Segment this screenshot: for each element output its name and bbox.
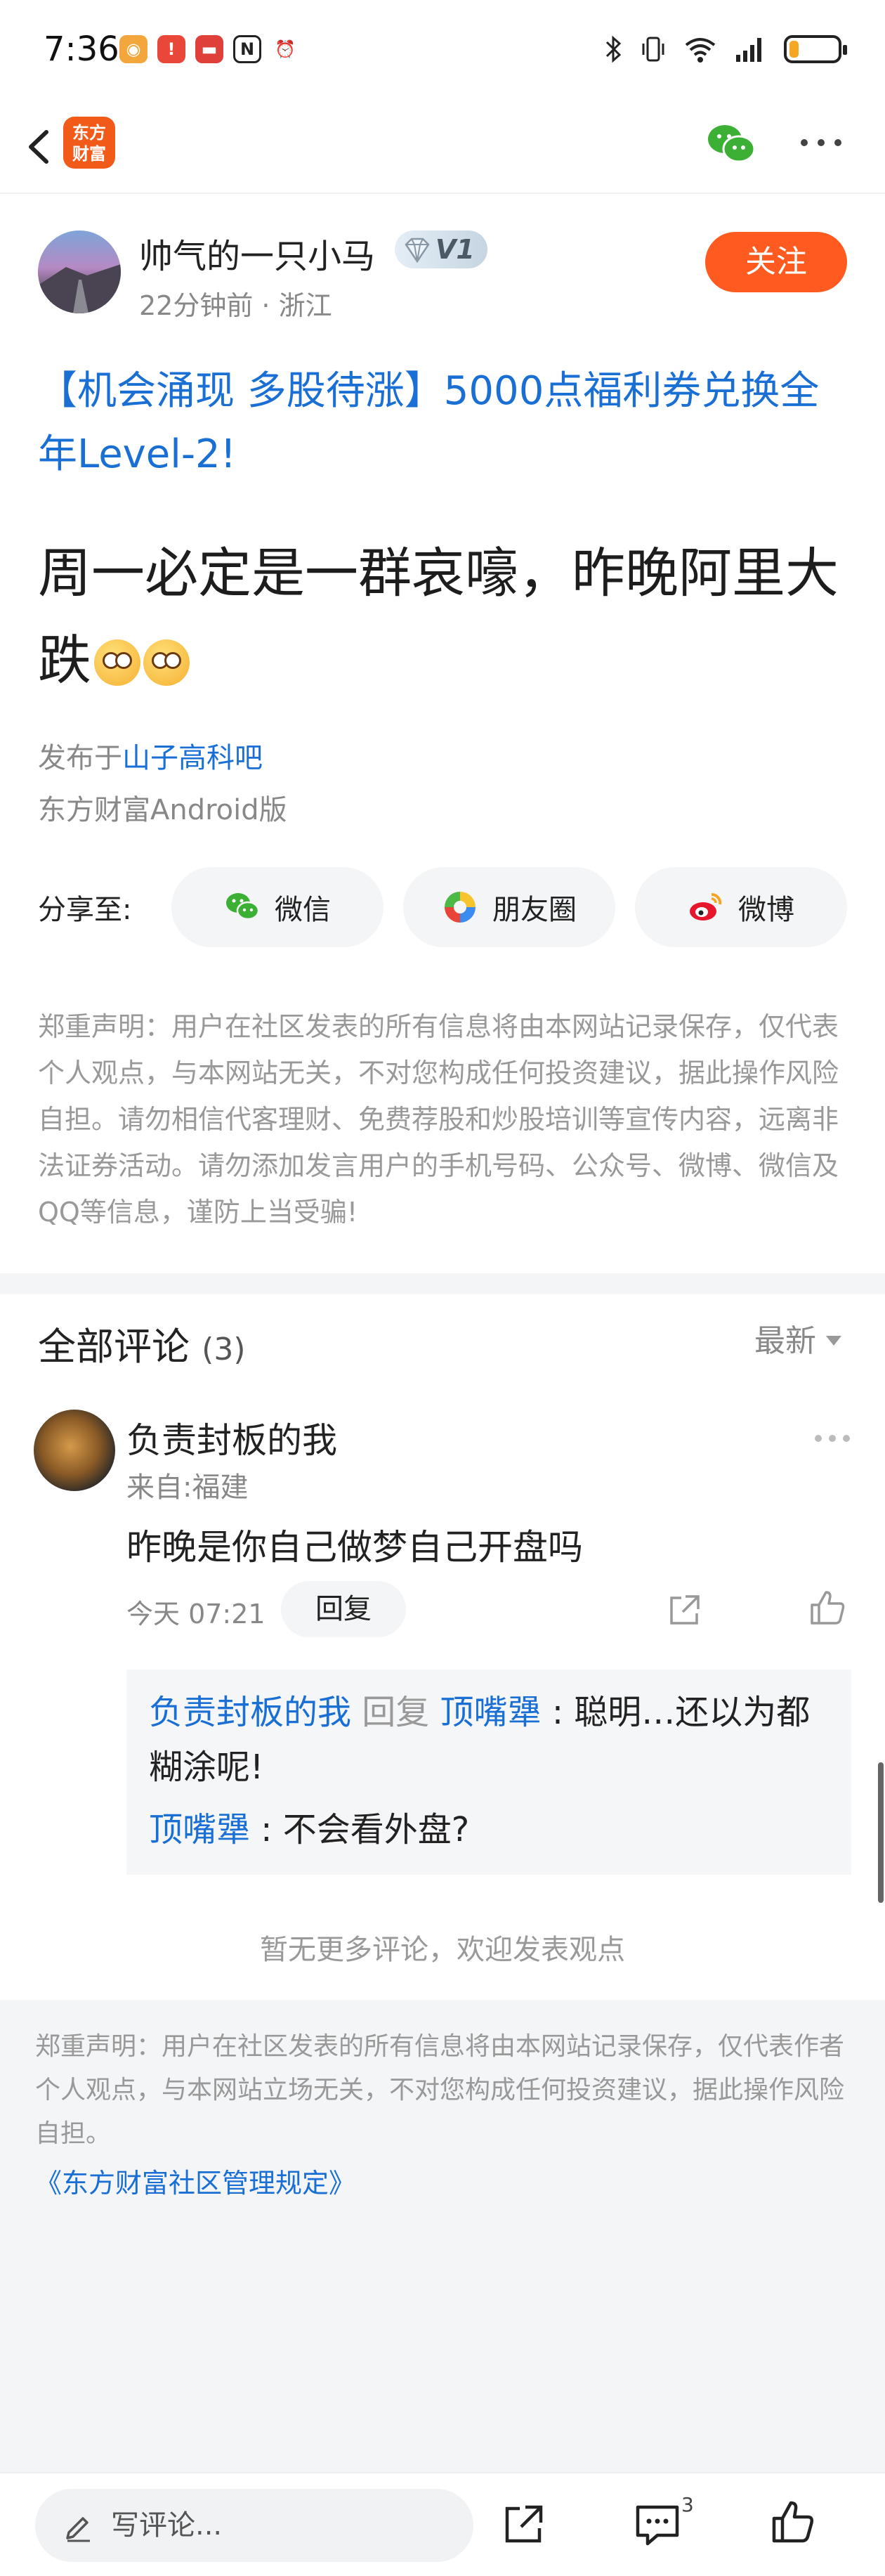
battery-icon bbox=[784, 35, 847, 63]
share-icon[interactable] bbox=[666, 1592, 702, 1629]
commenter-name[interactable]: 负责封板的我 bbox=[126, 1412, 337, 1463]
write-comment-input[interactable]: 写评论... bbox=[35, 2489, 473, 2562]
footer: 郑重声明：用户在社区发表的所有信息将由本网站记录保存，仅代表作者个人观点，与本网… bbox=[0, 2000, 885, 2472]
weibo-icon bbox=[690, 892, 722, 921]
status-time: 7:36 bbox=[44, 30, 119, 69]
reply-item[interactable]: 负责封板的我 回复 顶嘴犟 : 聪明…还以为都糊涂呢! bbox=[149, 1685, 837, 1795]
flushed-emoji-icon bbox=[143, 639, 190, 686]
commenter-avatar[interactable] bbox=[34, 1410, 115, 1491]
comment-time: 今天 07:21 bbox=[126, 1599, 266, 1629]
author-avatar[interactable] bbox=[38, 230, 121, 313]
reply-author[interactable]: 负责封板的我 bbox=[149, 1693, 351, 1732]
comment-more-icon[interactable] bbox=[815, 1435, 850, 1442]
logo-line-1: 东方 bbox=[72, 123, 106, 143]
post-client: 东方财富Android版 bbox=[38, 794, 287, 826]
wifi-icon bbox=[685, 38, 716, 63]
follow-button[interactable]: 关注 bbox=[705, 232, 847, 292]
comment-text: 昨晚是你自己做梦自己开盘吗 bbox=[126, 1527, 583, 1568]
caret-down-icon bbox=[826, 1336, 841, 1346]
diamond-icon bbox=[405, 238, 430, 264]
post-title: 周一必定是一群哀嚎，昨晚阿里大跌 bbox=[38, 530, 860, 704]
share-moments-button[interactable]: 朋友圈 bbox=[403, 867, 615, 947]
comment-icon[interactable] bbox=[632, 2502, 683, 2548]
alarm-icon: ⏰ bbox=[271, 35, 299, 63]
mail-icon: ▬ bbox=[195, 35, 223, 63]
author-name[interactable]: 帅气的一只小马 bbox=[139, 228, 375, 278]
level-badge-text: V1 bbox=[435, 234, 475, 265]
top-nav: 东方 财富 bbox=[0, 98, 885, 194]
pencil-icon bbox=[66, 2517, 90, 2542]
level-badge: V1 bbox=[395, 230, 487, 268]
bluetooth-icon bbox=[605, 35, 622, 63]
comments-title: 全部评论 (3) bbox=[38, 1315, 246, 1371]
reply-item[interactable]: 顶嘴犟 : 不会看外盘? bbox=[149, 1802, 469, 1851]
notification-icon: ! bbox=[157, 35, 185, 63]
post-meta: 22分钟前 · 浙江 bbox=[139, 290, 332, 321]
posted-in-prefix: 发布于 bbox=[38, 742, 122, 774]
bar-link[interactable]: 山子高科吧 bbox=[122, 742, 263, 774]
moments-icon bbox=[445, 892, 476, 923]
share-moments-label: 朋友圈 bbox=[492, 894, 577, 926]
more-options-icon[interactable] bbox=[801, 139, 841, 146]
signal-icon bbox=[736, 38, 761, 62]
share-icon[interactable] bbox=[500, 2502, 546, 2548]
scrollbar[interactable] bbox=[878, 1762, 884, 1903]
sort-label: 最新 bbox=[754, 1323, 816, 1359]
section-divider bbox=[0, 1273, 885, 1294]
comments-title-text: 全部评论 bbox=[38, 1325, 190, 1369]
write-comment-placeholder: 写评论... bbox=[111, 2509, 223, 2542]
promo-link[interactable]: 【机会涌现 多股待涨】5000点福利券兑换全年Level-2! bbox=[38, 360, 853, 486]
disclaimer-bottom: 郑重声明：用户在社区发表的所有信息将由本网站记录保存，仅代表作者个人观点，与本网… bbox=[35, 2032, 845, 2148]
reply-text: : 不会看外盘? bbox=[250, 1810, 470, 1849]
reply-action: 回复 bbox=[351, 1693, 440, 1732]
comment-count-badge: 3 bbox=[681, 2493, 694, 2516]
share-weibo-button[interactable]: 微博 bbox=[635, 867, 847, 947]
reply-target[interactable]: 顶嘴犟 bbox=[440, 1693, 542, 1732]
back-arrow-icon[interactable] bbox=[20, 124, 59, 170]
status-system-icons bbox=[604, 34, 847, 65]
vibrate-icon bbox=[642, 37, 664, 62]
sort-dropdown[interactable]: 最新 bbox=[754, 1315, 841, 1360]
no-more-comments: 暂无更多评论，欢迎发表观点 bbox=[260, 1934, 625, 1966]
wechat-icon bbox=[226, 893, 260, 921]
reply-button[interactable]: 回复 bbox=[281, 1581, 406, 1637]
community-rules-link[interactable]: 《东方财富社区管理规定》 bbox=[35, 2161, 355, 2200]
battery-level bbox=[789, 41, 799, 58]
commenter-location: 来自:福建 bbox=[126, 1471, 249, 1504]
like-icon[interactable] bbox=[770, 2499, 816, 2545]
status-bar: 7:36 ◉ ! ▬ N ⏰ bbox=[0, 0, 885, 98]
eastmoney-logo[interactable]: 东方 财富 bbox=[63, 117, 115, 169]
reply-author[interactable]: 顶嘴犟 bbox=[149, 1810, 250, 1849]
weibo-icon: ◉ bbox=[119, 35, 148, 63]
share-label: 分享至: bbox=[38, 894, 132, 926]
disclaimer-top: 郑重声明：用户在社区发表的所有信息将由本网站记录保存，仅代表个人观点，与本网站无… bbox=[38, 1011, 839, 1228]
comments-count: (3) bbox=[202, 1332, 246, 1367]
wechat-share-icon[interactable] bbox=[705, 121, 757, 167]
reply-thread: 负责封板的我 回复 顶嘴犟 : 聪明…还以为都糊涂呢! 顶嘴犟 : 不会看外盘? bbox=[126, 1670, 851, 1875]
nfc-icon: N bbox=[233, 35, 261, 63]
status-app-icons: ◉ ! ▬ N ⏰ bbox=[119, 35, 299, 63]
like-icon[interactable] bbox=[808, 1588, 847, 1627]
share-weibo-label: 微博 bbox=[738, 894, 794, 926]
share-wechat-label: 微信 bbox=[275, 894, 331, 926]
flushed-emoji-icon bbox=[94, 639, 140, 686]
posted-in: 发布于山子高科吧 bbox=[38, 735, 263, 776]
bottom-bar: 写评论... 3 bbox=[0, 2472, 885, 2576]
share-wechat-button[interactable]: 微信 bbox=[171, 867, 383, 947]
logo-line-2: 财富 bbox=[72, 144, 106, 164]
